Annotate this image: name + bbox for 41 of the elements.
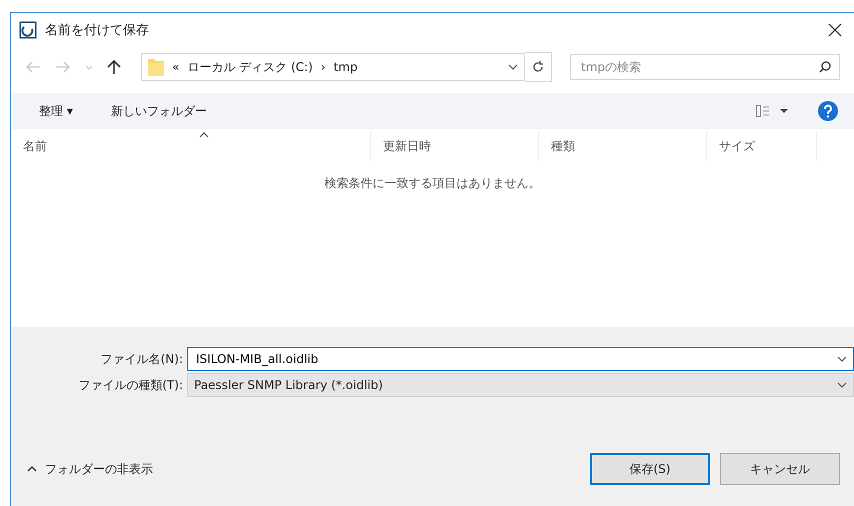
breadcrumb-item[interactable]: « [172, 60, 180, 74]
help-icon[interactable] [818, 101, 838, 121]
dropdown-chevron-icon [837, 382, 847, 388]
file-name-box[interactable]: ISILON-MIB_all.oidlib [187, 347, 854, 371]
dialog-button[interactable]: キャンセル [720, 453, 840, 485]
file-type-dropdown[interactable]: Paessler SNMP Library (*.oidlib) [187, 373, 854, 397]
search-field[interactable]: tmpの検索 [579, 59, 819, 75]
sort-caret-icon [199, 132, 209, 138]
close-icon [828, 23, 842, 37]
search-box[interactable]: tmpの検索 [570, 54, 840, 80]
breadcrumb-item[interactable]: › [320, 60, 326, 74]
dropdown-chevron-icon [837, 356, 847, 362]
chevron-down-icon [85, 64, 93, 70]
refresh-icon [532, 60, 544, 74]
dialog-button[interactable]: 保存(S) [590, 453, 710, 485]
dropdown-chevron-icon [508, 64, 518, 70]
app-icon [19, 21, 37, 39]
file-type-label: ファイルの種類(T): [77, 376, 184, 394]
window-title: 名前を付けて保存 [45, 22, 150, 39]
refresh-button[interactable] [525, 52, 552, 82]
caret-up-icon [27, 466, 37, 472]
address-bar[interactable]: « ローカル ディスク (C:) › tmp [141, 53, 525, 81]
breadcrumb-item[interactable]: ローカル ディスク (C:) [187, 58, 313, 76]
column-header[interactable]: 更新日時 [371, 131, 539, 161]
search-icon [819, 61, 831, 73]
forward-arrow-icon [55, 61, 71, 73]
back-arrow-icon [25, 61, 41, 73]
up-nav-button[interactable] [105, 57, 123, 77]
breadcrumb-item[interactable]: tmp [334, 60, 358, 74]
file-name-label: ファイル名(N): [100, 350, 184, 368]
column-header[interactable]: サイズ [707, 131, 817, 161]
folder-icon [148, 58, 164, 76]
empty-message: 検索条件に一致する項目はありません。 [324, 175, 540, 191]
column-header[interactable]: 名前 [11, 131, 371, 161]
file-name-field[interactable]: ISILON-MIB_all.oidlib [194, 351, 837, 367]
column-header[interactable]: 種類 [539, 131, 707, 161]
up-arrow-icon [107, 59, 121, 75]
hide-folders-button[interactable]: フォルダーの非表示 [27, 460, 153, 478]
view-options-icon[interactable] [756, 105, 788, 117]
organize-menu[interactable]: 整理 ▾ [35, 98, 77, 124]
new-folder-button[interactable]: 新しいフォルダー [106, 98, 211, 124]
